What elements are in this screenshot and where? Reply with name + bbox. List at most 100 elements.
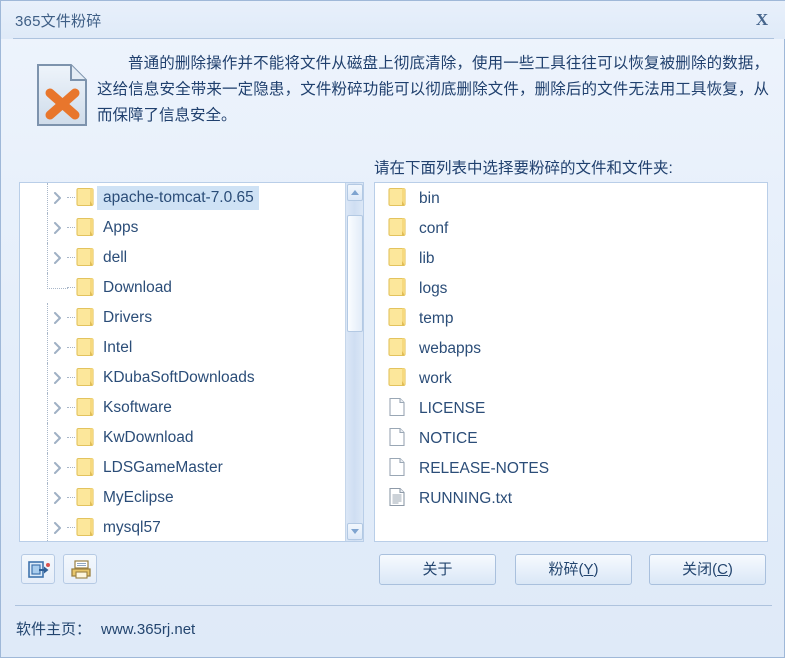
folder-icon — [76, 427, 94, 447]
tree-connector-dash — [67, 257, 75, 259]
file-list-panel[interactable]: bin conf lib logs temp webapps work LICENSE NOTI… — [374, 182, 768, 542]
folder-icon — [76, 367, 94, 387]
tree-connector-line — [47, 363, 49, 393]
tree-connector-dash — [67, 197, 75, 199]
tree-scrollbar[interactable] — [345, 183, 363, 541]
folder-icon — [76, 517, 94, 537]
tree-item-apache-tomcat-7-0-65[interactable]: apache-tomcat-7.0.65 — [20, 183, 346, 213]
tree-connector-dash — [67, 497, 75, 499]
scroll-down-arrow-icon[interactable] — [347, 523, 363, 540]
folder-icon — [388, 277, 406, 297]
chevron-right-icon[interactable] — [53, 252, 63, 264]
tree-connector-line — [47, 483, 49, 513]
tree-item-mysql57[interactable]: mysql57 — [20, 513, 346, 541]
file-list-item-label: RELEASE-NOTES — [419, 459, 550, 477]
file-list-item[interactable]: RUNNING.txt — [375, 483, 767, 513]
tree-item-download[interactable]: Download — [20, 273, 346, 303]
tree-connector-dash — [67, 317, 75, 319]
tree-connector-dash — [67, 347, 75, 349]
file-list[interactable]: bin conf lib logs temp webapps work LICENSE NOTI… — [375, 183, 767, 513]
file-icon — [389, 397, 405, 417]
chevron-right-icon[interactable] — [53, 372, 63, 384]
chevron-right-icon[interactable] — [53, 522, 63, 534]
chevron-right-icon[interactable] — [53, 192, 63, 204]
close-button-mnemonic: C — [717, 561, 728, 578]
tree-connector-line — [47, 273, 68, 289]
chevron-right-icon[interactable] — [53, 312, 63, 324]
file-list-item-label: bin — [419, 189, 440, 207]
folder-tree-list[interactable]: apache-tomcat-7.0.65 Apps dell Download Driv… — [20, 183, 346, 541]
file-list-item[interactable]: work — [375, 363, 767, 393]
folder-icon — [75, 277, 97, 299]
tree-item-label: dell — [103, 249, 128, 266]
open-folder-arrow-icon-button[interactable] — [21, 554, 55, 584]
tree-connector-line — [47, 423, 49, 453]
file-icon — [389, 457, 405, 477]
tree-item-label: Intel — [103, 339, 133, 356]
folder-icon — [388, 337, 406, 357]
folder-icon — [76, 307, 94, 327]
folder-icon — [388, 367, 406, 387]
tree-connector-line — [47, 243, 49, 273]
tree-item-label: MyEclipse — [103, 489, 174, 506]
folder-icon — [388, 247, 406, 267]
tree-connector-line — [47, 393, 49, 423]
footer: 软件主页： www.365rj.net — [16, 618, 195, 639]
tree-item-kwdownload[interactable]: KwDownload — [20, 423, 346, 453]
close-icon[interactable]: X — [750, 9, 774, 31]
tree-item-intel[interactable]: Intel — [20, 333, 346, 363]
scroll-up-arrow-icon[interactable] — [347, 184, 363, 201]
file-list-item-label: logs — [419, 279, 448, 297]
tree-connector-line — [47, 303, 49, 333]
chevron-right-icon[interactable] — [53, 222, 63, 234]
tree-item-ksoftware[interactable]: Ksoftware — [20, 393, 346, 423]
file-list-item[interactable]: NOTICE — [375, 423, 767, 453]
file-icon — [387, 427, 409, 449]
tree-item-ldsgamemaster[interactable]: LDSGameMaster — [20, 453, 346, 483]
about-button[interactable]: 关于 — [379, 554, 496, 585]
title-separator — [13, 38, 774, 39]
scrollbar-thumb[interactable] — [347, 215, 363, 332]
tree-item-apps[interactable]: Apps — [20, 213, 346, 243]
folder-icon — [75, 337, 97, 359]
folder-icon — [76, 457, 94, 477]
folder-icon — [75, 427, 97, 449]
file-list-item[interactable]: conf — [375, 213, 767, 243]
chevron-right-icon[interactable] — [53, 342, 63, 354]
file-list-item[interactable]: bin — [375, 183, 767, 213]
tree-item-label: mysql57 — [103, 519, 161, 536]
homepage-url[interactable]: www.365rj.net — [101, 621, 195, 638]
tree-connector-line — [47, 453, 49, 483]
chevron-right-icon[interactable] — [53, 402, 63, 414]
close-button[interactable]: 关闭(C) — [649, 554, 766, 585]
tree-item-myeclipse[interactable]: MyEclipse — [20, 483, 346, 513]
folder-icon — [387, 247, 409, 269]
file-list-item[interactable]: webapps — [375, 333, 767, 363]
tree-item-label: KDubaSoftDownloads — [103, 369, 255, 386]
tree-item-drivers[interactable]: Drivers — [20, 303, 346, 333]
chevron-right-icon[interactable] — [53, 462, 63, 474]
file-list-item-label: work — [419, 369, 452, 387]
file-list-item-label: LICENSE — [419, 399, 486, 417]
folder-icon — [388, 187, 406, 207]
file-list-item[interactable]: logs — [375, 273, 767, 303]
folder-icon — [387, 367, 409, 389]
file-list-item[interactable]: temp — [375, 303, 767, 333]
folder-icon — [76, 277, 94, 297]
printer-icon-button[interactable] — [63, 554, 97, 584]
folder-tree-panel[interactable]: apache-tomcat-7.0.65 Apps dell Download Driv… — [19, 182, 364, 542]
folder-icon — [387, 187, 409, 209]
tree-connector-dash — [67, 467, 75, 469]
file-list-item[interactable]: lib — [375, 243, 767, 273]
title-bar: 365文件粉碎 X — [1, 1, 785, 39]
shred-button-suffix: ) — [593, 561, 599, 578]
chevron-right-icon[interactable] — [53, 432, 63, 444]
file-list-item[interactable]: RELEASE-NOTES — [375, 453, 767, 483]
chevron-right-icon[interactable] — [53, 492, 63, 504]
tree-connector-line — [47, 333, 49, 363]
file-list-item[interactable]: LICENSE — [375, 393, 767, 423]
file-icon — [387, 397, 409, 419]
tree-item-dell[interactable]: dell — [20, 243, 346, 273]
shred-button[interactable]: 粉碎(Y) — [515, 554, 632, 585]
tree-item-kdubasoftdownloads[interactable]: KDubaSoftDownloads — [20, 363, 346, 393]
